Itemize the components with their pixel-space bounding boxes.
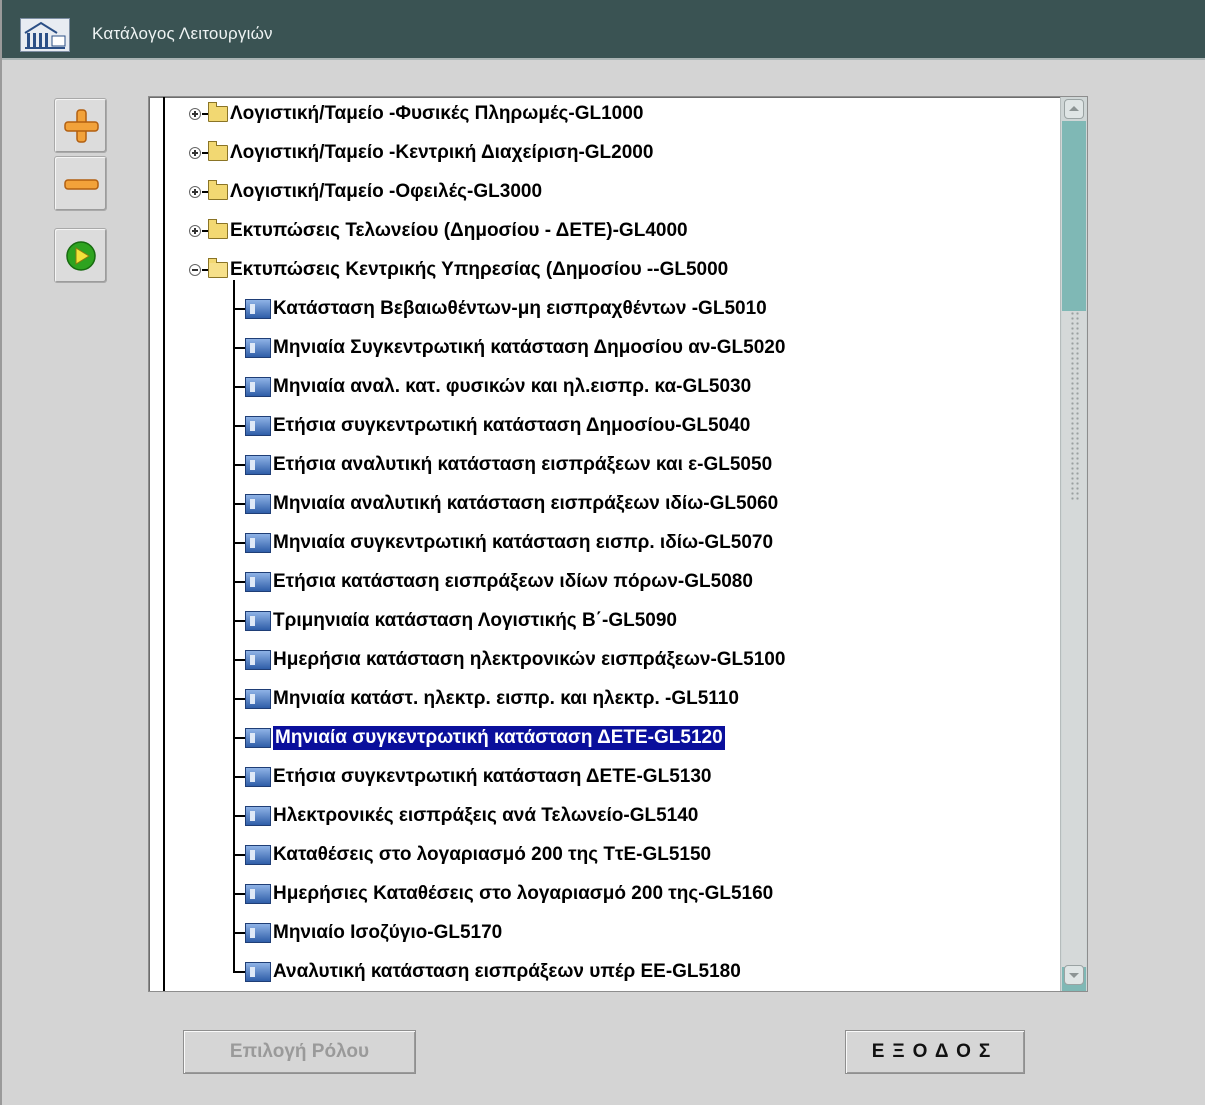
tree-item[interactable]: Ημερήσιες Καταθέσεις στο λογαριασμό 200 … <box>245 881 773 907</box>
tree-item[interactable]: Ετήσια κατάσταση εισπράξεων ιδίων πόρων-… <box>245 569 753 595</box>
folder-icon <box>208 180 228 200</box>
arrow-down-icon <box>1069 973 1079 978</box>
expand-button[interactable] <box>54 98 107 153</box>
report-icon <box>245 416 271 436</box>
tree-folder[interactable]: Λογιστική/Ταμείο -Φυσικές Πληρωμές-GL100… <box>189 101 643 127</box>
expand-node-icon[interactable] <box>189 186 201 198</box>
tree-item-label[interactable]: Ετήσια κατάσταση εισπράξεων ιδίων πόρων-… <box>273 571 753 593</box>
tree-item-label[interactable]: Ετήσια συγκεντρωτική κατάσταση ΔΕΤΕ-GL51… <box>273 766 711 788</box>
tree-item-label[interactable]: Μηνιαία αναλ. κατ. φυσικών και ηλ.εισπρ.… <box>273 376 751 398</box>
report-icon <box>245 338 271 358</box>
report-icon <box>245 494 271 514</box>
tree-item[interactable]: Μηνιαία συγκεντρωτική κατάσταση εισπρ. ι… <box>245 530 773 556</box>
expand-node-icon[interactable] <box>189 225 201 237</box>
scroll-thumb[interactable] <box>1062 311 1086 967</box>
expand-node-icon[interactable] <box>189 108 201 120</box>
tree-item[interactable]: Ετήσια συγκεντρωτική κατάσταση Δημοσίου-… <box>245 413 750 439</box>
tree-folder[interactable]: Εκτυπώσεις Κεντρικής Υπηρεσίας (Δημοσίου… <box>189 257 728 283</box>
tree-folder[interactable]: Λογιστική/Ταμείο -Κεντρική Διαχείριση-GL… <box>189 140 653 166</box>
window-title: Κατάλογος Λειτουργιών <box>92 24 273 43</box>
tree-item[interactable]: Ετήσια αναλυτική κατάσταση εισπράξεων κα… <box>245 452 772 478</box>
arrow-up-icon <box>1069 106 1079 111</box>
title-bar: Κατάλογος Λειτουργιών <box>2 0 1205 60</box>
app-logo-icon <box>20 18 70 52</box>
tree-item[interactable]: Μηνιαία Συγκεντρωτική κατάσταση Δημοσίου… <box>245 335 785 361</box>
plus-icon <box>64 109 99 143</box>
tree-folder-label[interactable]: Λογιστική/Ταμείο -Φυσικές Πληρωμές-GL100… <box>230 103 643 125</box>
tree-item-label[interactable]: Μηνιαία αναλυτική κατάσταση εισπράξεων ι… <box>273 493 778 515</box>
main-window: Κατάλογος Λειτουργιών Λογιστική/Ταμείο -… <box>0 0 1205 1105</box>
tree-item[interactable]: Μηνιαία συγκεντρωτική κατάσταση ΔΕΤΕ-GL5… <box>245 725 726 751</box>
select-role-button[interactable]: Επιλογή Ρόλου <box>183 1030 416 1074</box>
report-icon <box>245 884 271 904</box>
collapse-button[interactable] <box>54 156 107 211</box>
report-icon <box>245 533 271 553</box>
folder-icon <box>208 219 228 239</box>
tree-folder-label[interactable]: Εκτυπώσεις Κεντρικής Υπηρεσίας (Δημοσίου… <box>230 259 728 281</box>
report-icon <box>245 377 271 397</box>
tree-item[interactable]: Μηνιαία αναλυτική κατάσταση εισπράξεων ι… <box>245 491 778 517</box>
tree-item-label[interactable]: Ημερήσια κατάσταση ηλεκτρονικών εισπράξε… <box>273 649 785 671</box>
report-icon <box>245 611 271 631</box>
tree-item-label[interactable]: Τριμηνιαία κατάσταση Λογιστικής Β΄-GL509… <box>273 610 677 632</box>
report-icon <box>245 299 271 319</box>
folder-icon <box>208 141 228 161</box>
tree-item[interactable]: Ηλεκτρονικές εισπράξεις ανά Τελωνείο-GL5… <box>245 803 698 829</box>
tree-item-label[interactable]: Μηνιαία κατάστ. ηλεκτρ. εισπρ. και ηλεκτ… <box>273 688 739 710</box>
tree-item-label[interactable]: Κατάσταση Βεβαιωθέντων-μη εισπραχθέντων … <box>273 298 767 320</box>
report-icon <box>245 650 271 670</box>
tree-folder[interactable]: Εκτυπώσεις Τελωνείου (Δημοσίου - ΔΕΤΕ)-G… <box>189 218 688 244</box>
exit-button[interactable]: ΕΞΟΔΟΣ <box>845 1030 1025 1074</box>
tree-item[interactable]: Ημερήσια κατάσταση ηλεκτρονικών εισπράξε… <box>245 647 785 673</box>
report-icon <box>245 689 271 709</box>
tree-item-label[interactable]: Καταθέσεις στο λογαριασμό 200 της ΤτΕ-GL… <box>273 844 711 866</box>
folder-icon <box>208 102 228 122</box>
report-icon <box>245 728 271 748</box>
tree-item[interactable]: Αναλυτική κατάσταση εισπράξεων υπέρ ΕΕ-G… <box>245 959 741 985</box>
scroll-up-button[interactable] <box>1064 99 1084 119</box>
tree-item[interactable]: Κατάσταση Βεβαιωθέντων-μη εισπραχθέντων … <box>245 296 767 322</box>
report-icon <box>245 572 271 592</box>
tree-item-label[interactable]: Μηνιαία συγκεντρωτική κατάσταση εισπρ. ι… <box>273 532 773 554</box>
report-icon <box>245 455 271 475</box>
tree-item[interactable]: Καταθέσεις στο λογαριασμό 200 της ΤτΕ-GL… <box>245 842 711 868</box>
tree-item-label[interactable]: Ημερήσιες Καταθέσεις στο λογαριασμό 200 … <box>273 883 773 905</box>
tree-root-line <box>163 97 165 991</box>
tree-item-label[interactable]: Ετήσια συγκεντρωτική κατάσταση Δημοσίου-… <box>273 415 750 437</box>
report-icon <box>245 767 271 787</box>
function-tree[interactable]: Λογιστική/Ταμείο -Φυσικές Πληρωμές-GL100… <box>148 96 1088 992</box>
collapse-node-icon[interactable] <box>189 264 201 276</box>
tree-folder-label[interactable]: Εκτυπώσεις Τελωνείου (Δημοσίου - ΔΕΤΕ)-G… <box>230 220 688 242</box>
tree-branch-line <box>233 280 235 973</box>
tree-item-label-selected[interactable]: Μηνιαία συγκεντρωτική κατάσταση ΔΕΤΕ-GL5… <box>272 725 726 751</box>
tree-item-label[interactable]: Μηνιαίο Ισοζύγιο-GL5170 <box>273 922 502 944</box>
tree-item[interactable]: Μηνιαία κατάστ. ηλεκτρ. εισπρ. και ηλεκτ… <box>245 686 739 712</box>
tree-item-label[interactable]: Ηλεκτρονικές εισπράξεις ανά Τελωνείο-GL5… <box>273 805 698 827</box>
tree-item-label[interactable]: Ετήσια αναλυτική κατάσταση εισπράξεων κα… <box>273 454 772 476</box>
scroll-down-button[interactable] <box>1064 965 1084 985</box>
tree-item[interactable]: Μηνιαίο Ισοζύγιο-GL5170 <box>245 920 502 946</box>
run-button[interactable] <box>54 228 107 283</box>
play-icon <box>66 241 96 271</box>
report-icon <box>245 845 271 865</box>
tree-item-label[interactable]: Μηνιαία Συγκεντρωτική κατάσταση Δημοσίου… <box>273 337 785 359</box>
tree-item[interactable]: Μηνιαία αναλ. κατ. φυσικών και ηλ.εισπρ.… <box>245 374 751 400</box>
expand-node-icon[interactable] <box>189 147 201 159</box>
tree-folder[interactable]: Λογιστική/Ταμείο -Οφειλές-GL3000 <box>189 179 542 205</box>
report-icon <box>245 923 271 943</box>
tree-folder-label[interactable]: Λογιστική/Ταμείο -Κεντρική Διαχείριση-GL… <box>230 142 653 164</box>
folder-open-icon <box>208 258 228 278</box>
report-icon <box>245 806 271 826</box>
minus-icon <box>64 179 99 190</box>
vertical-scrollbar[interactable] <box>1060 97 1087 991</box>
tree-item[interactable]: Τριμηνιαία κατάσταση Λογιστικής Β΄-GL509… <box>245 608 677 634</box>
report-icon <box>245 962 271 982</box>
tree-folder-label[interactable]: Λογιστική/Ταμείο -Οφειλές-GL3000 <box>230 181 542 203</box>
tree-item-label[interactable]: Αναλυτική κατάσταση εισπράξεων υπέρ ΕΕ-G… <box>273 961 741 983</box>
tree-item[interactable]: Ετήσια συγκεντρωτική κατάσταση ΔΕΤΕ-GL51… <box>245 764 711 790</box>
